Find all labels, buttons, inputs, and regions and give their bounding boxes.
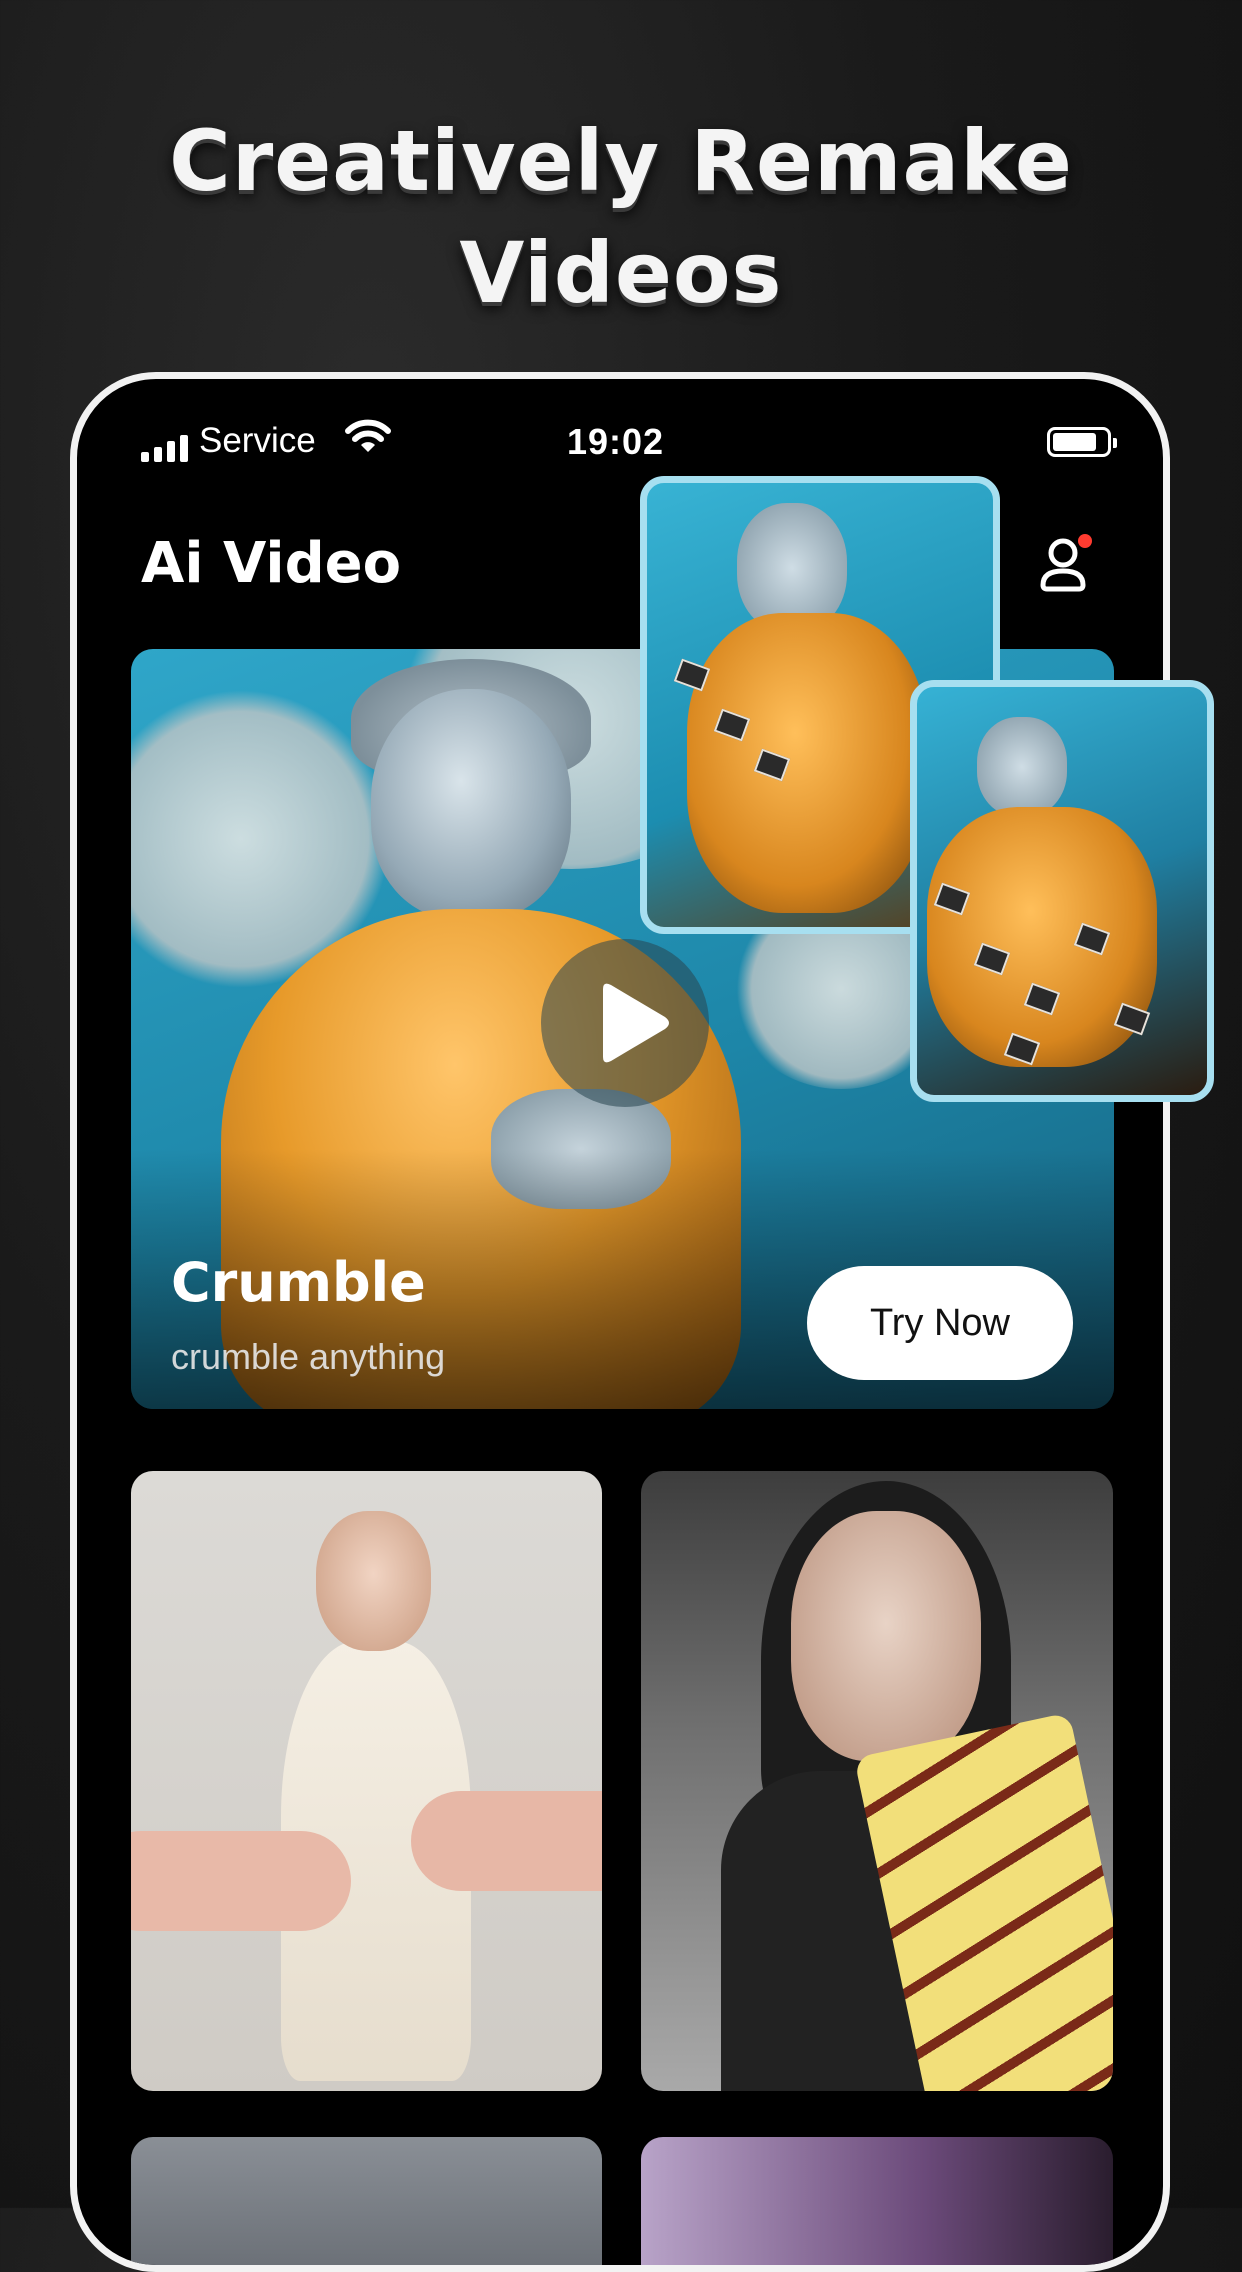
try-now-button[interactable]: Try Now [807, 1266, 1073, 1380]
effect-card-cake[interactable] [641, 1471, 1113, 2091]
play-button[interactable] [541, 939, 709, 1107]
carrier-name: Service [199, 421, 316, 460]
battery-icon [1047, 427, 1117, 457]
effect-card-dress[interactable] [131, 1471, 602, 2091]
profile-icon[interactable] [1033, 529, 1103, 599]
play-icon [603, 983, 669, 1063]
status-bar: Service 19:02 [77, 379, 1163, 479]
effect-card-4[interactable] [641, 2137, 1113, 2265]
notification-dot [1078, 534, 1092, 548]
headline-line-2: Videos [459, 224, 783, 322]
phone-frame: Service 19:02 Ai Video Crumble crumble a… [70, 372, 1170, 2272]
headline-line-1: Creatively Remake [169, 112, 1073, 210]
wifi-icon [345, 419, 391, 452]
signal-icon [141, 435, 188, 462]
effect-card-3[interactable] [131, 2137, 602, 2265]
effect-title: Crumble [171, 1251, 426, 1314]
headline: Creatively Remake Videos [0, 105, 1242, 329]
preview-thumbnail-after [910, 680, 1214, 1102]
effect-subtitle: crumble anything [171, 1336, 446, 1377]
page-title: Ai Video [141, 531, 402, 596]
clock: 19:02 [567, 421, 665, 462]
